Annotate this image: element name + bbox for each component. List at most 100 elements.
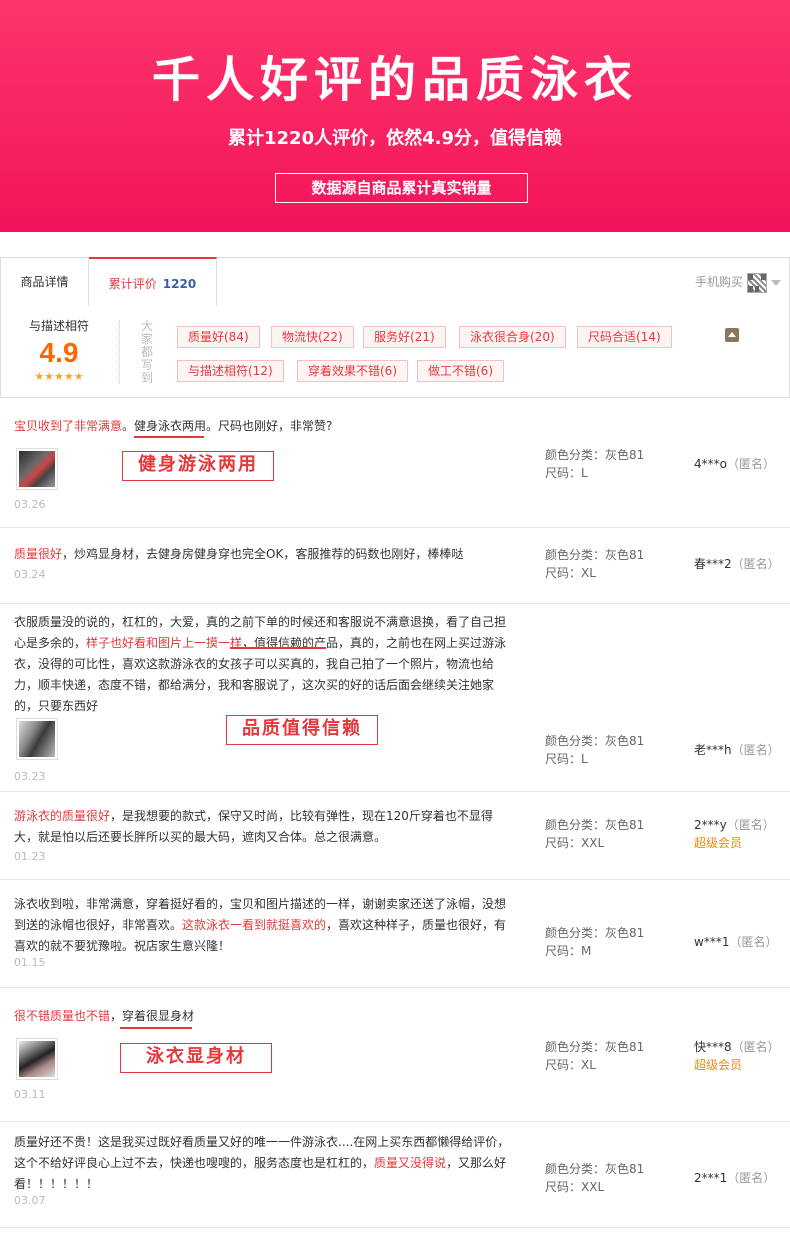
- impression-tag[interactable]: 服务好(21): [363, 326, 446, 348]
- reviewer-name: 春***2: [694, 557, 732, 571]
- chevron-down-icon: [771, 279, 781, 286]
- sku-size: 尺码：XXL: [545, 1180, 605, 1194]
- anonymous-label: （匿名）: [727, 1171, 776, 1185]
- banner-title: 千人好评的品质泳衣: [151, 52, 638, 108]
- review-text: 衣服质量没的说的，杠杠的，大爱，真的之前下单的时候还和客服说不满意退换，看了自己…: [14, 612, 514, 717]
- tab-reviews-label: 累计评价: [108, 277, 157, 291]
- sku-color: 颜色分类：灰色81: [545, 548, 645, 562]
- sku-info: 颜色分类：灰色81 尺码：L: [545, 446, 644, 482]
- star-rating: ★★★★★: [34, 370, 84, 383]
- impression-tag[interactable]: 物流快(22): [271, 326, 354, 348]
- collapse-icon[interactable]: [725, 328, 739, 342]
- vip-badge: 超级会员: [694, 836, 743, 850]
- highlight-callout: 健身游泳两用: [122, 451, 274, 481]
- highlighted-phrase: 宝贝收到了非常满意: [14, 419, 123, 433]
- impression-heading: 大家都写到: [140, 319, 153, 385]
- sku-size: 尺码：L: [545, 752, 588, 766]
- rating-summary: 与描述相符 4.9 ★★★★★ 大家都写到 质量好(84) 物流快(22) 服务好(…: [0, 306, 790, 398]
- review-item: 很不错质量也不错，穿着很显身材 03.11 颜色分类：灰色81 尺码：XL 快***8（…: [0, 988, 790, 1122]
- review-item: 质量好还不贵！这是我买过既好看质量又好的唯一一件游泳衣....在网上买东西都懒得…: [0, 1122, 790, 1228]
- impression-tag[interactable]: 泳衣很合身(20): [459, 326, 566, 348]
- review-text: 质量好还不贵！这是我买过既好看质量又好的唯一一件游泳衣....在网上买东西都懒得…: [14, 1132, 514, 1195]
- sku-color: 颜色分类：灰色81: [545, 734, 645, 748]
- highlighted-phrase: 质量很好: [14, 547, 63, 561]
- banner-data-source-box: 数据源自商品累计真实销量: [275, 173, 528, 203]
- review-photo-thumbnail[interactable]: [16, 1038, 58, 1080]
- sku-size: 尺码：L: [545, 466, 588, 480]
- reviewer-info: w***1（匿名）: [694, 933, 777, 951]
- impression-tag[interactable]: 穿着效果不错(6): [297, 360, 408, 382]
- impression-tag[interactable]: 做工不错(6): [417, 360, 504, 382]
- sku-info: 颜色分类：灰色81 尺码：XXL: [545, 1160, 644, 1196]
- review-item: 质量很好，炒鸡显身材，去健身房健身穿也完全OK，客服推荐的码数也刚好，棒棒哒 03…: [0, 528, 790, 604]
- review-item: 衣服质量没的说的，杠杠的，大爱，真的之前下单的时候还和客服说不满意退换，看了自己…: [0, 604, 790, 792]
- sku-color: 颜色分类：灰色81: [545, 1162, 645, 1176]
- review-item: 泳衣收到啦，非常满意，穿着挺好看的，宝贝和图片描述的一样，谢谢卖家还送了泳帽，没…: [0, 880, 790, 988]
- reviewer-info: 快***8（匿名） 超级会员: [694, 1038, 780, 1074]
- impression-tag[interactable]: 尺码合适(14): [577, 326, 672, 348]
- review-phrase: 。健身泳衣两用。尺码也刚好，非常赞?: [122, 419, 333, 433]
- highlighted-phrase: 这款泳衣一看到就挺喜欢的: [182, 918, 327, 932]
- reviewer-info: 春***2（匿名）: [694, 555, 780, 573]
- tab-bar: 商品详情 累计评价 1220 手机购买: [0, 257, 790, 308]
- qr-code-icon: [747, 272, 767, 293]
- sku-size: 尺码：XL: [545, 566, 596, 580]
- review-date: 03.26: [14, 498, 46, 511]
- score-value: 4.9: [39, 337, 79, 368]
- anonymous-label: （匿名）: [731, 1040, 780, 1054]
- impression-tag[interactable]: 质量好(84): [177, 326, 260, 348]
- promo-banner: 千人好评的品质泳衣 累计1220人评价，依然4.9分，值得信赖 数据源自商品累计…: [0, 0, 790, 232]
- reviewer-name: 快***8: [694, 1040, 732, 1054]
- reviews-count: 1220: [162, 277, 197, 291]
- highlighted-phrase: 质量又没得说: [374, 1156, 447, 1170]
- tab-reviews[interactable]: 累计评价 1220: [89, 257, 217, 308]
- review-date: 03.07: [14, 1194, 46, 1207]
- reviewer-name: w***1: [694, 935, 730, 949]
- score-label: 与描述相符: [28, 319, 89, 333]
- sku-info: 颜色分类：灰色81 尺码：XXL: [545, 816, 644, 852]
- mobile-buy-label: 手机购买: [694, 275, 743, 289]
- tab-product-details[interactable]: 商品详情: [1, 257, 89, 307]
- review-item: 宝贝收到了非常满意。健身泳衣两用。尺码也刚好，非常赞? 03.26 颜色分类：灰色8…: [0, 400, 790, 528]
- review-photo-thumbnail[interactable]: [16, 718, 58, 760]
- highlighted-phrase: 游泳衣的质量很好: [14, 809, 111, 823]
- sku-color: 颜色分类：灰色81: [545, 448, 645, 462]
- sku-size: 尺码：XXL: [545, 836, 605, 850]
- banner-subtitle: 累计1220人评价，依然4.9分，值得信赖: [228, 128, 562, 149]
- anonymous-label: （匿名）: [731, 743, 780, 757]
- score-block: 与描述相符 4.9 ★★★★★: [1, 316, 117, 384]
- review-date: 01.23: [14, 850, 46, 863]
- reviewer-info: 2***1（匿名）: [694, 1169, 775, 1187]
- reviewer-info: 2***y（匿名） 超级会员: [694, 816, 775, 852]
- sku-info: 颜色分类：灰色81 尺码：M: [545, 924, 644, 960]
- highlight-underline: [120, 1027, 192, 1029]
- highlight-callout: 泳衣显身材: [120, 1043, 272, 1073]
- reviewer-info: 老***h（匿名）: [694, 741, 780, 759]
- review-date: 03.11: [14, 1088, 46, 1101]
- review-date: 03.24: [14, 568, 46, 581]
- review-text: 游泳衣的质量很好，是我想要的款式，保守又时尚，比较有弹性，现在120斤穿着也不显…: [14, 806, 514, 848]
- anonymous-label: （匿名）: [726, 818, 775, 832]
- review-date: 03.23: [14, 770, 46, 783]
- reviewer-name: 2***y: [694, 818, 727, 832]
- sku-color: 颜色分类：灰色81: [545, 926, 645, 940]
- review-text: 质量很好，炒鸡显身材，去健身房健身穿也完全OK，客服推荐的码数也刚好，棒棒哒: [14, 544, 514, 565]
- review-text: 很不错质量也不错，穿着很显身材: [14, 1006, 514, 1027]
- anonymous-label: （匿名）: [729, 935, 778, 949]
- review-phrase: ，炒鸡显身材，去健身房健身穿也完全OK，客服推荐的码数也刚好，棒棒哒: [62, 547, 464, 561]
- impression-tag[interactable]: 与描述相符(12): [177, 360, 284, 382]
- sku-color: 颜色分类：灰色81: [545, 1040, 645, 1054]
- review-phrase: ，穿着很显身材: [110, 1009, 195, 1023]
- sku-info: 颜色分类：灰色81 尺码：XL: [545, 1038, 644, 1074]
- reviewer-info: 4***o（匿名）: [694, 455, 775, 473]
- reviewer-name: 4***o: [694, 457, 727, 471]
- review-photo-thumbnail[interactable]: [16, 448, 58, 490]
- review-item: 游泳衣的质量很好，是我想要的款式，保守又时尚，比较有弹性，现在120斤穿着也不显…: [0, 792, 790, 880]
- mobile-buy-button[interactable]: 手机购买: [695, 258, 781, 306]
- sku-info: 颜色分类：灰色81 尺码：L: [545, 732, 644, 768]
- sku-size: 尺码：M: [545, 944, 592, 958]
- tab-product-details-label: 商品详情: [20, 275, 69, 289]
- sku-color: 颜色分类：灰色81: [545, 818, 645, 832]
- reviewer-name: 老***h: [694, 743, 732, 757]
- anonymous-label: （匿名）: [726, 457, 775, 471]
